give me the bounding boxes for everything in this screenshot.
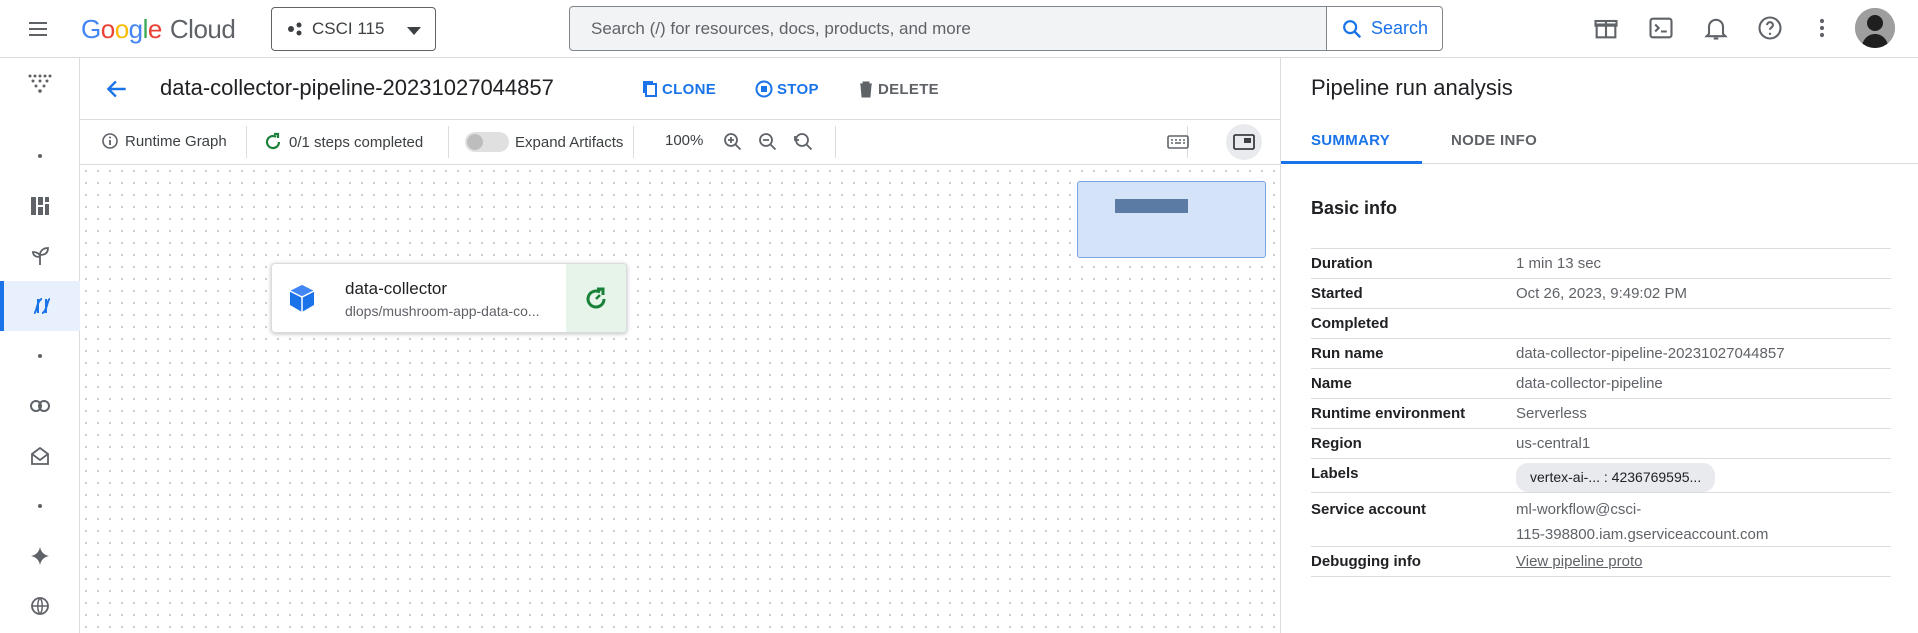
label-chip[interactable]: vertex-ai-... : 4236769595... — [1516, 463, 1716, 492]
minimap-node — [1115, 199, 1188, 213]
run-analysis-panel: Pipeline run analysis SUMMARY NODE INFO … — [1281, 58, 1918, 633]
search-bar[interactable]: Search (/) for resources, docs, products… — [569, 6, 1443, 51]
panel-title: Pipeline run analysis — [1311, 75, 1513, 100]
dashboard-icon[interactable] — [0, 181, 80, 231]
divider — [246, 126, 247, 158]
runtime-graph-label: Runtime Graph — [125, 132, 227, 150]
cube-icon — [289, 285, 315, 312]
graph-toolbar: Runtime Graph 0/1 steps completed Expand… — [80, 120, 1280, 165]
project-icon — [288, 22, 302, 36]
gift-icon[interactable] — [1592, 14, 1620, 42]
search-icon — [1343, 19, 1362, 38]
keyboard-icon[interactable] — [1166, 132, 1190, 152]
zoom-in-icon[interactable] — [722, 131, 744, 153]
left-nav — [0, 58, 80, 633]
stop-button[interactable]: STOP — [755, 80, 819, 98]
divider — [835, 126, 836, 158]
info-row-service-account: Service account ml-workflow@csci- 115-39… — [1311, 493, 1891, 547]
avatar[interactable] — [1855, 8, 1895, 48]
search-input[interactable]: Search (/) for resources, docs, products… — [591, 19, 971, 39]
project-name: CSCI 115 — [312, 19, 385, 38]
steps-label: 0/1 steps completed — [289, 133, 424, 151]
notifications-icon[interactable] — [1702, 14, 1730, 42]
pipelines-icon[interactable] — [0, 281, 80, 331]
menu-icon[interactable] — [26, 17, 50, 41]
info-icon — [102, 133, 118, 149]
node-subtitle: dlops/mushroom-app-data-co... — [345, 303, 540, 319]
info-row-region: Region us-central1 — [1311, 429, 1891, 459]
divider — [448, 126, 449, 158]
sparkle-icon[interactable] — [0, 531, 80, 581]
page-title: data-collector-pipeline-20231027044857 — [160, 75, 554, 100]
picture-in-picture-icon — [1233, 134, 1255, 150]
active-tab-indicator — [1281, 161, 1422, 164]
trash-icon — [860, 81, 872, 98]
refresh-status-icon — [265, 132, 281, 150]
clone-label: CLONE — [662, 80, 716, 98]
cloud-shell-icon[interactable] — [1647, 14, 1675, 42]
workbench-icon[interactable] — [0, 431, 80, 481]
minimap-toggle-button[interactable] — [1226, 124, 1262, 160]
marketplace-globe-icon[interactable] — [0, 581, 80, 631]
model-garden-icon[interactable] — [0, 231, 80, 281]
expand-artifacts-toggle[interactable]: Expand Artifacts — [465, 132, 623, 152]
run-header: data-collector-pipeline-20231027044857 C… — [80, 58, 1280, 120]
nav-dot — [0, 331, 80, 381]
divider — [633, 126, 634, 158]
section-heading: Basic info — [1311, 198, 1398, 218]
runtime-graph-info[interactable]: Runtime Graph — [101, 132, 227, 150]
tab-summary[interactable]: SUMMARY — [1311, 132, 1390, 149]
node-title: data-collector — [345, 279, 448, 298]
node-status — [566, 264, 626, 332]
vertex-ai-logo-icon[interactable] — [0, 58, 80, 108]
nav-dot — [0, 481, 80, 531]
google-cloud-logo[interactable]: Google Cloud — [81, 14, 236, 45]
zoom-level: 100% — [665, 132, 704, 149]
zoom-reset-icon[interactable] — [792, 131, 814, 153]
expand-artifacts-label: Expand Artifacts — [515, 133, 624, 151]
more-vert-icon[interactable] — [1808, 14, 1836, 42]
stop-icon — [755, 80, 773, 98]
stop-label: STOP — [777, 80, 819, 98]
toggle-switch[interactable] — [465, 132, 509, 152]
chevron-down-icon — [407, 27, 421, 35]
copy-icon — [643, 81, 657, 97]
graph-minimap[interactable] — [1077, 181, 1266, 258]
view-pipeline-proto-link[interactable]: View pipeline proto — [1516, 549, 1642, 574]
steps-status: 0/1 steps completed — [263, 132, 423, 152]
info-row-completed: Completed — [1311, 309, 1891, 339]
clone-button[interactable]: CLONE — [642, 80, 716, 98]
info-row-started: Started Oct 26, 2023, 9:49:02 PM — [1311, 279, 1891, 309]
help-icon[interactable] — [1756, 14, 1784, 42]
info-row-debugging-info: Debugging info View pipeline proto — [1311, 547, 1891, 577]
info-row-run-name: Run name data-collector-pipeline-2023102… — [1311, 339, 1891, 369]
running-status-icon — [586, 287, 606, 309]
basic-info-table: Duration 1 min 13 sec Started Oct 26, 20… — [1311, 248, 1891, 577]
colab-icon[interactable] — [0, 381, 80, 431]
info-row-runtime-environment: Runtime environment Serverless — [1311, 399, 1891, 429]
info-row-labels: Labels vertex-ai-... : 4236769595... — [1311, 459, 1891, 493]
project-picker[interactable]: CSCI 115 — [271, 7, 436, 51]
search-button-label: Search — [1371, 18, 1429, 38]
info-row-duration: Duration 1 min 13 sec — [1311, 249, 1891, 279]
info-row-name: Name data-collector-pipeline — [1311, 369, 1891, 399]
delete-button[interactable]: DELETE — [858, 80, 939, 98]
pipeline-node[interactable]: data-collector dlops/mushroom-app-data-c… — [271, 263, 627, 333]
delete-label: DELETE — [878, 80, 939, 98]
zoom-out-icon[interactable] — [757, 131, 779, 153]
back-arrow-icon[interactable] — [104, 76, 130, 102]
panel-tabs: SUMMARY NODE INFO — [1281, 120, 1918, 164]
nav-dot — [0, 131, 80, 181]
top-bar: Google Cloud CSCI 115 Search (/) for reso… — [0, 0, 1918, 58]
tab-node-info[interactable]: NODE INFO — [1451, 132, 1537, 149]
search-button[interactable]: Search — [1326, 7, 1442, 50]
